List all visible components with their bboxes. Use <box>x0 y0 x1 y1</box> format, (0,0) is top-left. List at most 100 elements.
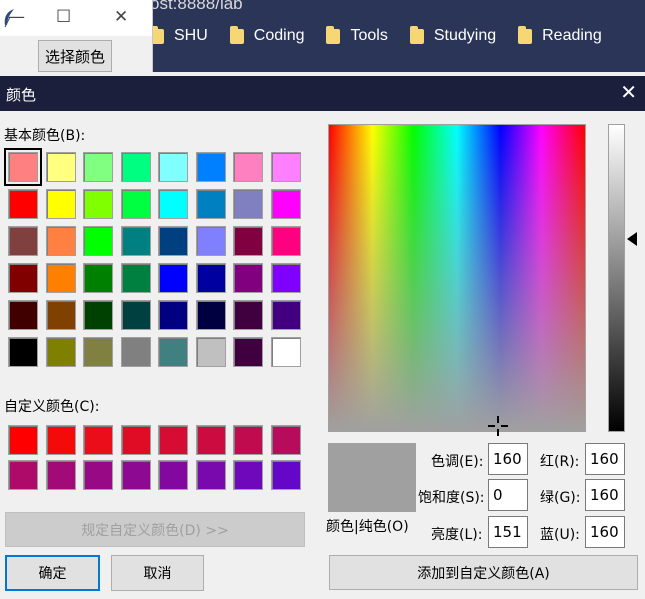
basic-color-swatch[interactable] <box>195 226 226 256</box>
red-field[interactable]: 160 <box>585 443 625 475</box>
maximize-icon[interactable]: ☐ <box>56 7 71 27</box>
basic-color-swatch[interactable] <box>45 337 76 367</box>
folder-icon <box>518 25 533 44</box>
custom-color-swatch[interactable] <box>45 460 76 490</box>
basic-color-swatch[interactable] <box>45 226 76 256</box>
bookmark-label: Studying <box>433 27 497 44</box>
basic-color-swatch[interactable] <box>270 189 301 219</box>
custom-color-swatch[interactable] <box>8 425 38 455</box>
saturation-field[interactable]: 0 <box>488 479 528 511</box>
custom-color-swatch[interactable] <box>120 460 151 490</box>
basic-color-swatch[interactable] <box>83 226 113 256</box>
color-solid-label: 颜色|纯色(O) <box>326 519 409 535</box>
define-custom-colors-button[interactable]: 规定自定义颜色(D) >> <box>5 512 305 547</box>
basic-color-swatch[interactable] <box>270 337 301 367</box>
basic-color-swatch[interactable] <box>120 300 151 330</box>
basic-color-swatch[interactable] <box>195 337 226 367</box>
basic-color-swatch[interactable] <box>233 152 263 182</box>
bookmark-studying[interactable]: Studying <box>409 25 497 45</box>
bookmark-tools[interactable]: Tools <box>326 25 388 45</box>
basic-color-swatch[interactable] <box>45 152 76 182</box>
basic-color-swatch[interactable] <box>8 189 38 219</box>
basic-color-swatch[interactable] <box>83 189 113 219</box>
basic-color-swatch[interactable] <box>158 226 188 256</box>
custom-color-swatch[interactable] <box>195 460 226 490</box>
basic-color-swatch[interactable] <box>8 300 38 330</box>
saturation-label: 饱和度(S): <box>418 490 485 506</box>
basic-color-swatch[interactable] <box>120 152 151 182</box>
basic-color-swatch[interactable] <box>4 148 42 186</box>
basic-color-swatch[interactable] <box>270 226 301 256</box>
custom-color-swatch[interactable] <box>158 460 188 490</box>
bookmark-reading[interactable]: Reading <box>518 25 602 45</box>
basic-color-swatch[interactable] <box>45 263 76 293</box>
basic-color-swatch[interactable] <box>83 263 113 293</box>
basic-color-swatch[interactable] <box>233 300 263 330</box>
basic-color-swatch[interactable] <box>233 189 263 219</box>
basic-color-swatch[interactable] <box>83 300 113 330</box>
blue-field[interactable]: 160 <box>585 516 625 548</box>
address-bar-url[interactable]: ost:8888/lab <box>150 0 243 14</box>
basic-color-swatch[interactable] <box>120 263 151 293</box>
basic-color-swatch[interactable] <box>158 337 188 367</box>
basic-color-swatch[interactable] <box>270 300 301 330</box>
basic-color-swatch[interactable] <box>8 226 38 256</box>
close-icon[interactable]: ✕ <box>114 7 128 27</box>
basic-color-swatch[interactable] <box>158 152 188 182</box>
minimize-icon[interactable]: — <box>8 7 25 27</box>
add-to-custom-colors-button[interactable]: 添加到自定义颜色(A) <box>329 555 638 590</box>
bookmark-shu[interactable]: SHU <box>150 25 208 45</box>
basic-color-swatch[interactable] <box>158 189 188 219</box>
tk-root-window: — ☐ ✕ 选择颜色 <box>0 0 153 72</box>
choose-color-button[interactable]: 选择颜色 <box>38 40 112 72</box>
custom-color-swatch[interactable] <box>120 425 151 455</box>
custom-color-swatch[interactable] <box>83 460 113 490</box>
dialog-title: 颜色 <box>6 86 37 104</box>
luminance-arrow-icon[interactable] <box>627 232 637 246</box>
basic-color-swatch[interactable] <box>195 152 226 182</box>
basic-color-swatch[interactable] <box>270 152 301 182</box>
custom-color-swatch[interactable] <box>195 425 226 455</box>
luminance-slider[interactable] <box>608 124 625 432</box>
basic-color-swatch[interactable] <box>195 263 226 293</box>
basic-color-swatch[interactable] <box>233 337 263 367</box>
basic-color-swatch[interactable] <box>8 263 38 293</box>
green-label: 绿(G): <box>540 490 581 506</box>
color-spectrum[interactable] <box>328 124 586 432</box>
luminance-field[interactable]: 151 <box>488 516 528 548</box>
basic-color-swatch[interactable] <box>270 263 301 293</box>
custom-color-swatch[interactable] <box>83 425 113 455</box>
custom-color-swatch[interactable] <box>158 425 188 455</box>
basic-color-swatch[interactable] <box>195 189 226 219</box>
cancel-button[interactable]: 取消 <box>111 555 204 591</box>
basic-color-swatch[interactable] <box>120 337 151 367</box>
basic-color-swatch[interactable] <box>195 300 226 330</box>
basic-color-swatch[interactable] <box>120 226 151 256</box>
folder-icon <box>229 25 244 44</box>
blue-label: 蓝(U): <box>540 527 580 543</box>
close-icon[interactable]: ✕ <box>620 80 637 104</box>
basic-color-swatch[interactable] <box>158 300 188 330</box>
basic-color-swatch[interactable] <box>233 226 263 256</box>
custom-color-swatch[interactable] <box>233 425 263 455</box>
basic-color-swatch[interactable] <box>83 337 113 367</box>
basic-color-swatch[interactable] <box>8 337 38 367</box>
red-label: 红(R): <box>540 454 580 470</box>
hue-label: 色调(E): <box>431 454 484 470</box>
basic-color-swatch[interactable] <box>233 263 263 293</box>
custom-color-swatch[interactable] <box>8 460 38 490</box>
ok-button[interactable]: 确定 <box>5 555 100 591</box>
custom-color-swatch[interactable] <box>45 425 76 455</box>
custom-color-swatch[interactable] <box>233 460 263 490</box>
basic-color-swatch[interactable] <box>158 263 188 293</box>
custom-color-swatch[interactable] <box>270 460 301 490</box>
bookmark-coding[interactable]: Coding <box>229 25 304 45</box>
bookmark-label: Tools <box>350 27 388 44</box>
hue-field[interactable]: 160 <box>488 443 528 475</box>
basic-color-swatch[interactable] <box>120 189 151 219</box>
custom-color-swatch[interactable] <box>270 425 301 455</box>
basic-color-swatch[interactable] <box>83 152 113 182</box>
green-field[interactable]: 160 <box>585 479 625 511</box>
basic-color-swatch[interactable] <box>45 189 76 219</box>
basic-color-swatch[interactable] <box>45 300 76 330</box>
